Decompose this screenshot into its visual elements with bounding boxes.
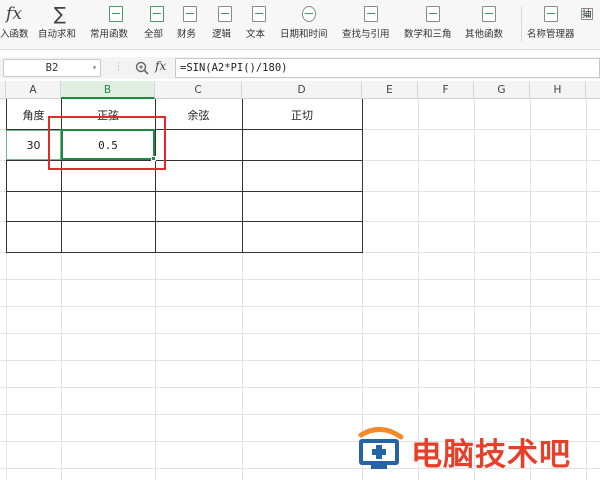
formula-bar: B2 ▾ ⋮ fx =SIN(A2*PI()/180) bbox=[0, 57, 600, 79]
all-functions-icon bbox=[148, 4, 166, 24]
common-functions-button[interactable]: 常用函数 bbox=[90, 0, 140, 50]
fx-icon[interactable]: fx bbox=[155, 59, 166, 73]
ribbon-separator bbox=[521, 6, 522, 42]
watermark-text: 电脑技术吧 bbox=[411, 437, 571, 473]
chevron-down-icon[interactable]: ▾ bbox=[92, 60, 97, 76]
column-header-d[interactable]: D bbox=[242, 81, 362, 99]
more-button-cut-off[interactable]: 抽 bbox=[580, 0, 600, 50]
name-box[interactable]: B2 ▾ bbox=[3, 59, 101, 77]
column-header-g[interactable]: G bbox=[474, 81, 530, 99]
zoom-icon[interactable] bbox=[134, 59, 150, 77]
math-icon bbox=[424, 4, 442, 24]
sigma-icon: ∑ bbox=[53, 3, 67, 25]
drag-handle-icon[interactable]: ⋮ bbox=[114, 62, 124, 72]
finance-icon bbox=[181, 4, 199, 24]
other-functions-button[interactable]: 其他函数 bbox=[465, 0, 515, 50]
column-headers: A B C D E F G H bbox=[0, 81, 600, 99]
header-cell-tangent[interactable]: 正切 bbox=[242, 107, 362, 123]
fx-icon: fx bbox=[6, 4, 22, 24]
logic-button[interactable]: 逻辑 bbox=[212, 0, 238, 50]
column-header-b[interactable]: B bbox=[61, 81, 155, 99]
autosum-button[interactable]: ∑ 自动求和 bbox=[38, 0, 82, 50]
column-header-f[interactable]: F bbox=[418, 81, 474, 99]
annotation-highlight-box bbox=[48, 116, 166, 170]
math-trig-button[interactable]: 数学和三角 bbox=[404, 0, 460, 50]
formula-input[interactable]: =SIN(A2*PI()/180) bbox=[175, 58, 600, 78]
column-header-a[interactable]: A bbox=[6, 81, 61, 99]
common-functions-icon bbox=[107, 4, 125, 24]
lookup-reference-button[interactable]: 查找与引用 bbox=[342, 0, 398, 50]
clock-icon bbox=[300, 4, 318, 24]
watermark-logo-icon bbox=[355, 425, 407, 473]
column-header-c[interactable]: C bbox=[155, 81, 242, 99]
name-manager-icon bbox=[542, 4, 560, 24]
lookup-icon bbox=[362, 4, 380, 24]
header-cell-cosine[interactable]: 余弦 bbox=[155, 107, 242, 123]
column-header-e[interactable]: E bbox=[362, 81, 418, 99]
watermark: 电脑技术吧 bbox=[355, 425, 600, 473]
text-icon bbox=[250, 4, 268, 24]
formula-ribbon: fx 入函数 ∑ 自动求和 常用函数 全部 财务 逻辑 文本 日期和时间 查找与… bbox=[0, 0, 600, 50]
logic-icon bbox=[216, 4, 234, 24]
other-functions-icon bbox=[480, 4, 498, 24]
finance-button[interactable]: 财务 bbox=[177, 0, 203, 50]
all-functions-button[interactable]: 全部 bbox=[144, 0, 170, 50]
date-time-button[interactable]: 日期和时间 bbox=[280, 0, 336, 50]
column-header-h[interactable]: H bbox=[530, 81, 586, 99]
name-manager-button[interactable]: 名称管理器 bbox=[527, 0, 577, 50]
insert-function-button[interactable]: fx 入函数 bbox=[0, 0, 34, 50]
text-button[interactable]: 文本 bbox=[246, 0, 272, 50]
